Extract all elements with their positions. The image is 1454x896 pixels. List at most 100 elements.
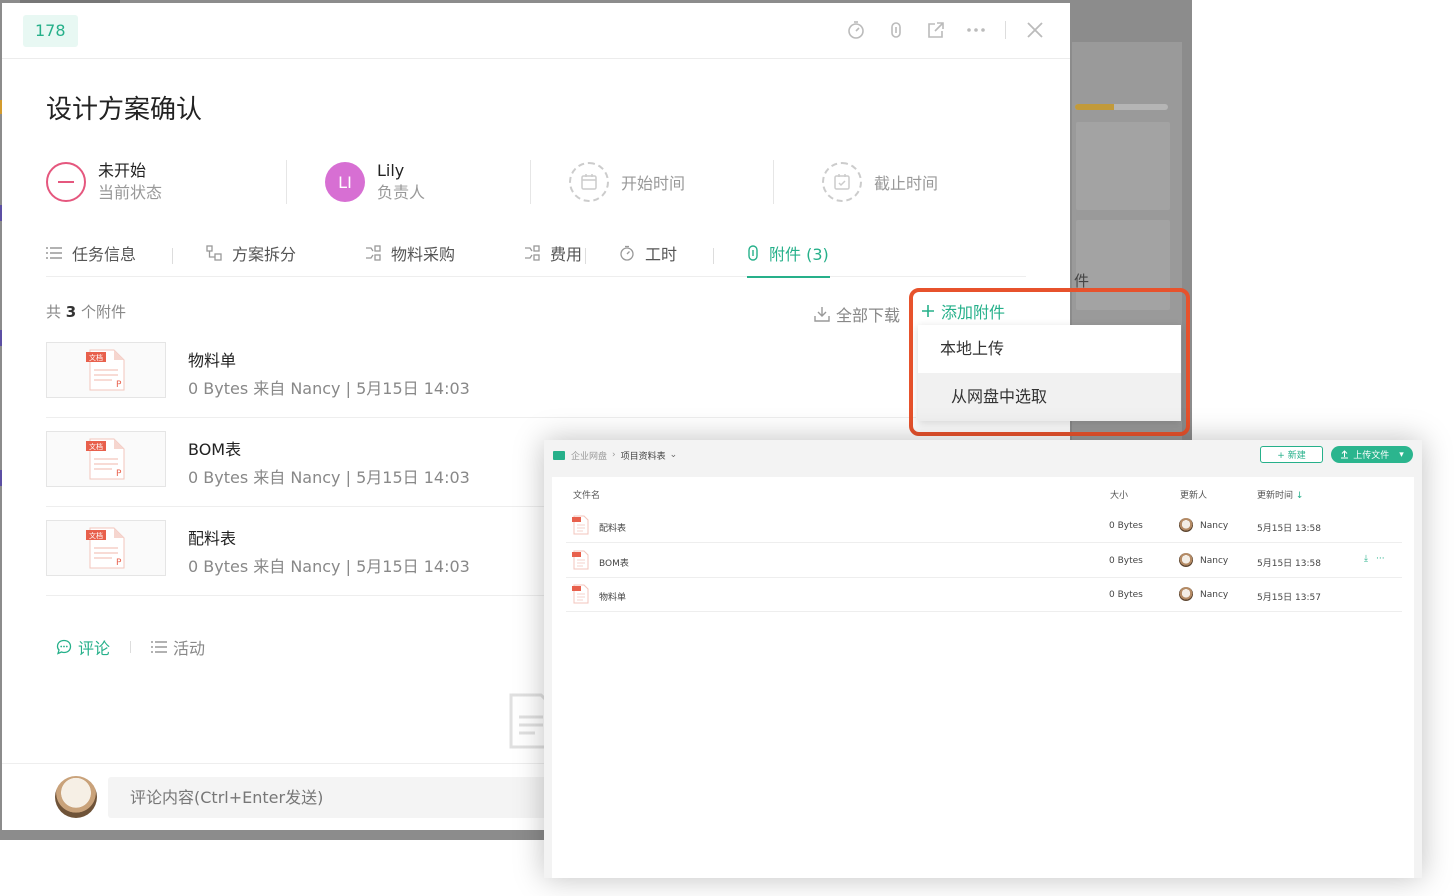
more-icon[interactable] xyxy=(965,19,987,41)
list-icon xyxy=(46,246,62,260)
attachment-meta: 0 Bytes 来自 Nancy | 5月15日 14:03 xyxy=(188,379,470,398)
sort-desc-icon[interactable]: ↓ xyxy=(1296,491,1304,501)
tab-label: 附件 (3) xyxy=(769,245,829,264)
tab-label: 费用 xyxy=(550,245,583,264)
tab-divider xyxy=(713,248,714,264)
start-time-field[interactable]: 开始时间 xyxy=(531,153,773,211)
tab-task-info[interactable]: 任务信息 xyxy=(46,235,172,277)
column-header-updated[interactable]: 更新时间 ↓ xyxy=(1257,488,1303,501)
cloud-drive-window: 企业网盘 › 项目资料表 ⌄ + 新建 上传文件 ▾ 文件名 大小 更新人 更新… xyxy=(544,440,1422,878)
task-meta-row: 未开始 当前状态 LI Lily 负责人 开始时间 截止时间 xyxy=(46,153,1026,211)
file-size: 0 Bytes xyxy=(1109,521,1143,531)
status-label: 当前状态 xyxy=(98,183,163,202)
thumbnail-letter: P xyxy=(116,380,122,390)
count-value: 3 xyxy=(65,303,77,321)
upload-file-button[interactable]: 上传文件 ▾ xyxy=(1331,446,1413,463)
calendar-icon xyxy=(569,162,609,202)
new-button[interactable]: + 新建 xyxy=(1260,446,1323,463)
timer-icon[interactable] xyxy=(845,19,867,41)
table-row[interactable]: 配料表 0 Bytes Nancy 5月15日 13:58 xyxy=(566,509,1402,543)
breadcrumb-separator: › xyxy=(612,450,616,460)
modal-header: 178 xyxy=(2,3,1070,59)
upload-icon xyxy=(1341,450,1349,459)
close-icon[interactable] xyxy=(1024,19,1046,41)
tab-attachments[interactable]: 附件 (3) xyxy=(747,235,830,278)
document-file-icon xyxy=(572,584,589,604)
breadcrumb-root[interactable]: 企业网盘 xyxy=(571,449,607,462)
task-tabs: 任务信息 方案拆分 物料采购 费用 工时 附件 (3) xyxy=(46,235,1026,278)
task-title[interactable]: 设计方案确认 xyxy=(46,89,202,126)
chevron-down-icon[interactable]: ⌄ xyxy=(670,450,678,460)
owner-avatar: LI xyxy=(325,162,365,202)
thumbnail-badge: 文档 xyxy=(89,353,103,362)
more-icon[interactable]: ··· xyxy=(1376,554,1385,564)
file-name: 物料单 xyxy=(599,593,627,603)
tab-work-hours[interactable]: 工时 xyxy=(586,235,713,277)
list-icon xyxy=(151,641,168,653)
open-external-icon[interactable] xyxy=(925,19,947,41)
avatar xyxy=(1179,518,1193,532)
avatar xyxy=(1179,553,1193,567)
column-header-updater[interactable]: 更新人 xyxy=(1180,488,1207,501)
header-toolbar xyxy=(845,19,1046,41)
attachment-thumbnail: 文档 P xyxy=(46,520,166,576)
tab-plan-split[interactable]: 方案拆分 xyxy=(173,235,332,277)
attachment-name[interactable]: 配料表 xyxy=(188,525,236,549)
menu-item-pick-from-drive[interactable]: 从网盘中选取 xyxy=(918,373,1181,421)
tab-comments-label: 评论 xyxy=(78,639,111,658)
download-all-button[interactable]: 全部下载 xyxy=(814,302,900,326)
table-row[interactable]: BOM表 0 Bytes Nancy 5月15日 13:58 ⤓ ··· xyxy=(566,544,1402,578)
tab-label: 工时 xyxy=(645,245,678,264)
tab-procurement[interactable]: 物料采购 xyxy=(332,235,491,277)
document-file-icon: 文档 P xyxy=(86,349,125,391)
procure-icon xyxy=(365,245,381,261)
breadcrumb-current[interactable]: 项目资料表 xyxy=(621,449,666,462)
attachment-name[interactable]: BOM表 xyxy=(188,436,241,460)
due-time-field[interactable]: 截止时间 xyxy=(774,153,1024,211)
background-progress xyxy=(1075,104,1168,110)
file-updated: 5月15日 13:57 xyxy=(1257,593,1321,603)
drive-file-table: 文件名 大小 更新人 更新时间 ↓ 配料表 0 Bytes Nancy 5月15… xyxy=(552,477,1414,878)
tab-cost[interactable]: 费用 xyxy=(491,235,585,277)
file-updater: Nancy xyxy=(1200,521,1229,531)
start-time-placeholder: 开始时间 xyxy=(621,174,686,193)
menu-item-local-upload[interactable]: 本地上传 xyxy=(918,325,1181,373)
file-updated: 5月15日 13:58 xyxy=(1257,559,1321,569)
column-header-name[interactable]: 文件名 xyxy=(573,488,600,501)
upload-file-label: 上传文件 xyxy=(1353,451,1390,461)
add-attachment-button[interactable]: 添加附件 xyxy=(921,299,1006,323)
status-field[interactable]: 未开始 当前状态 xyxy=(46,153,286,211)
attachment-item[interactable]: 文档 P 物料单 0 Bytes 来自 Nancy | 5月15日 14:03 xyxy=(46,329,916,418)
thumbnail-badge: 文档 xyxy=(89,531,103,540)
count-suffix: 个附件 xyxy=(81,303,127,321)
paperclip-icon[interactable] xyxy=(885,19,907,41)
timer-icon xyxy=(619,245,635,261)
folder-icon xyxy=(553,450,565,460)
file-size: 0 Bytes xyxy=(1109,556,1143,566)
tab-comments[interactable]: 评论 xyxy=(56,635,110,659)
file-updater: Nancy xyxy=(1200,590,1229,600)
attachment-name[interactable]: 物料单 xyxy=(188,347,236,371)
caret-down-icon[interactable]: ▾ xyxy=(1399,450,1404,460)
column-header-updated-label: 更新时间 xyxy=(1257,491,1294,501)
paperclip-icon xyxy=(747,245,759,261)
status-value: 未开始 xyxy=(98,161,147,180)
document-file-icon xyxy=(572,515,589,535)
download-icon[interactable]: ⤓ xyxy=(1364,554,1368,564)
comment-input[interactable] xyxy=(108,777,568,818)
attachment-meta: 0 Bytes 来自 Nancy | 5月15日 14:03 xyxy=(188,557,470,576)
task-id-badge: 178 xyxy=(23,15,78,47)
background-card xyxy=(1076,122,1170,210)
tab-activity[interactable]: 活动 xyxy=(151,635,205,659)
avatar xyxy=(1179,587,1193,601)
table-row[interactable]: 物料单 0 Bytes Nancy 5月15日 13:57 xyxy=(566,578,1402,612)
owner-field[interactable]: LI Lily 负责人 xyxy=(287,153,530,211)
column-header-size[interactable]: 大小 xyxy=(1110,488,1128,501)
tab-activity-label: 活动 xyxy=(173,639,206,658)
attachments-count: 共 3 个附件 xyxy=(46,301,126,322)
add-attachment-label: 添加附件 xyxy=(941,303,1006,322)
add-attachment-menu: 本地上传 从网盘中选取 xyxy=(918,325,1181,421)
calendar-check-icon xyxy=(822,162,862,202)
count-prefix: 共 xyxy=(46,303,62,321)
tab-label: 任务信息 xyxy=(72,245,137,264)
